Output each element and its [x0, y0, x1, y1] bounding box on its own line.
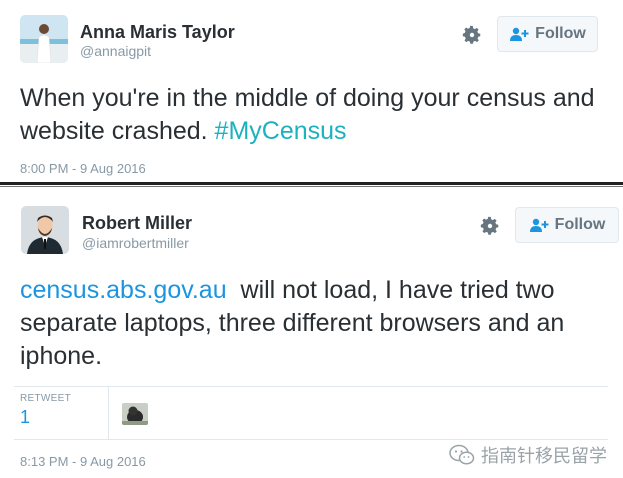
follow-label: Follow [535, 25, 586, 42]
url-link[interactable]: census.abs.gov.au [20, 276, 227, 304]
divider [0, 182, 623, 185]
add-user-icon [529, 218, 549, 232]
retweet-label: RETWEET [20, 393, 71, 404]
user-handle[interactable]: @annaigpit [80, 43, 151, 59]
follow-button[interactable]: Follow [497, 16, 598, 52]
watermark: 指南针移民留学 [449, 442, 607, 468]
user-name[interactable]: Robert Miller [82, 213, 192, 234]
gear-icon[interactable] [461, 24, 483, 46]
divider [0, 186, 623, 187]
avatar[interactable] [21, 206, 69, 254]
retweet-count[interactable]: 1 [20, 407, 30, 428]
stat-divider [108, 387, 109, 439]
watermark-text: 指南针移民留学 [481, 446, 607, 466]
tweet-stats: RETWEET 1 [14, 386, 608, 440]
hashtag-link[interactable]: #MyCensus [215, 117, 347, 145]
avatar-woman-beach-icon [20, 15, 68, 63]
follow-label: Follow [554, 216, 606, 233]
add-user-icon [510, 27, 529, 41]
gear-icon[interactable] [479, 215, 501, 237]
tweet-text: When you're in the middle of doing your … [20, 82, 610, 148]
avatar[interactable] [20, 15, 68, 63]
tweet-text: census.abs.gov.au will not load, I have … [20, 274, 615, 373]
tweet-card-2: Robert Miller @iamrobertmiller Follow ce… [0, 188, 623, 478]
tweet-timestamp[interactable]: 8:00 PM - 9 Aug 2016 [20, 161, 146, 176]
tweet-card-1: Anna Maris Taylor @annaigpit Follow When… [0, 0, 623, 182]
follow-button[interactable]: Follow [515, 207, 619, 243]
tweet-timestamp[interactable]: 8:13 PM - 9 Aug 2016 [20, 454, 146, 469]
dog-avatar-icon [122, 403, 148, 425]
retweeter-avatar[interactable] [122, 403, 148, 425]
user-handle[interactable]: @iamrobertmiller [82, 235, 189, 251]
user-name[interactable]: Anna Maris Taylor [80, 22, 235, 43]
wechat-icon [449, 444, 475, 465]
avatar-man-suit-icon [21, 206, 69, 254]
